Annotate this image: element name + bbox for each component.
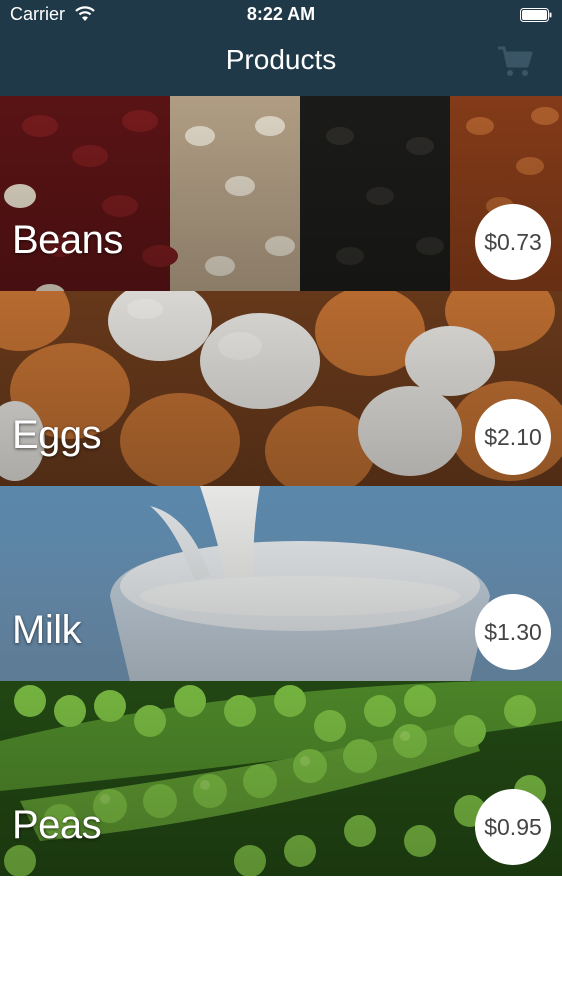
navigation-bar: Carrier 8:22 AM Products — [0, 0, 562, 96]
price-badge: $0.95 — [475, 789, 551, 865]
product-row-eggs[interactable]: Eggs $2.10 — [0, 291, 562, 486]
product-list: Beans $0.73 Eggs $2.10 Milk $1.30 Peas $… — [0, 96, 562, 876]
clock: 8:22 AM — [246, 4, 316, 24]
price-badge: $2.10 — [475, 399, 551, 475]
product-row-milk[interactable]: Milk $1.30 — [0, 486, 562, 681]
product-row-peas[interactable]: Peas $0.95 — [0, 681, 562, 876]
row-overlay — [0, 486, 562, 681]
product-name: Beans — [12, 218, 123, 262]
battery-icon — [520, 8, 552, 22]
price-badge: $0.73 — [475, 204, 551, 280]
status-bar: Carrier 8:22 AM — [0, 0, 562, 30]
price-badge: $1.30 — [475, 594, 551, 670]
page-title: Products — [225, 44, 337, 75]
product-row-beans[interactable]: Beans $0.73 — [0, 96, 562, 291]
product-name: Peas — [12, 803, 102, 847]
product-name: Milk — [12, 608, 82, 652]
cart-icon[interactable] — [496, 44, 534, 80]
product-name: Eggs — [12, 413, 102, 457]
